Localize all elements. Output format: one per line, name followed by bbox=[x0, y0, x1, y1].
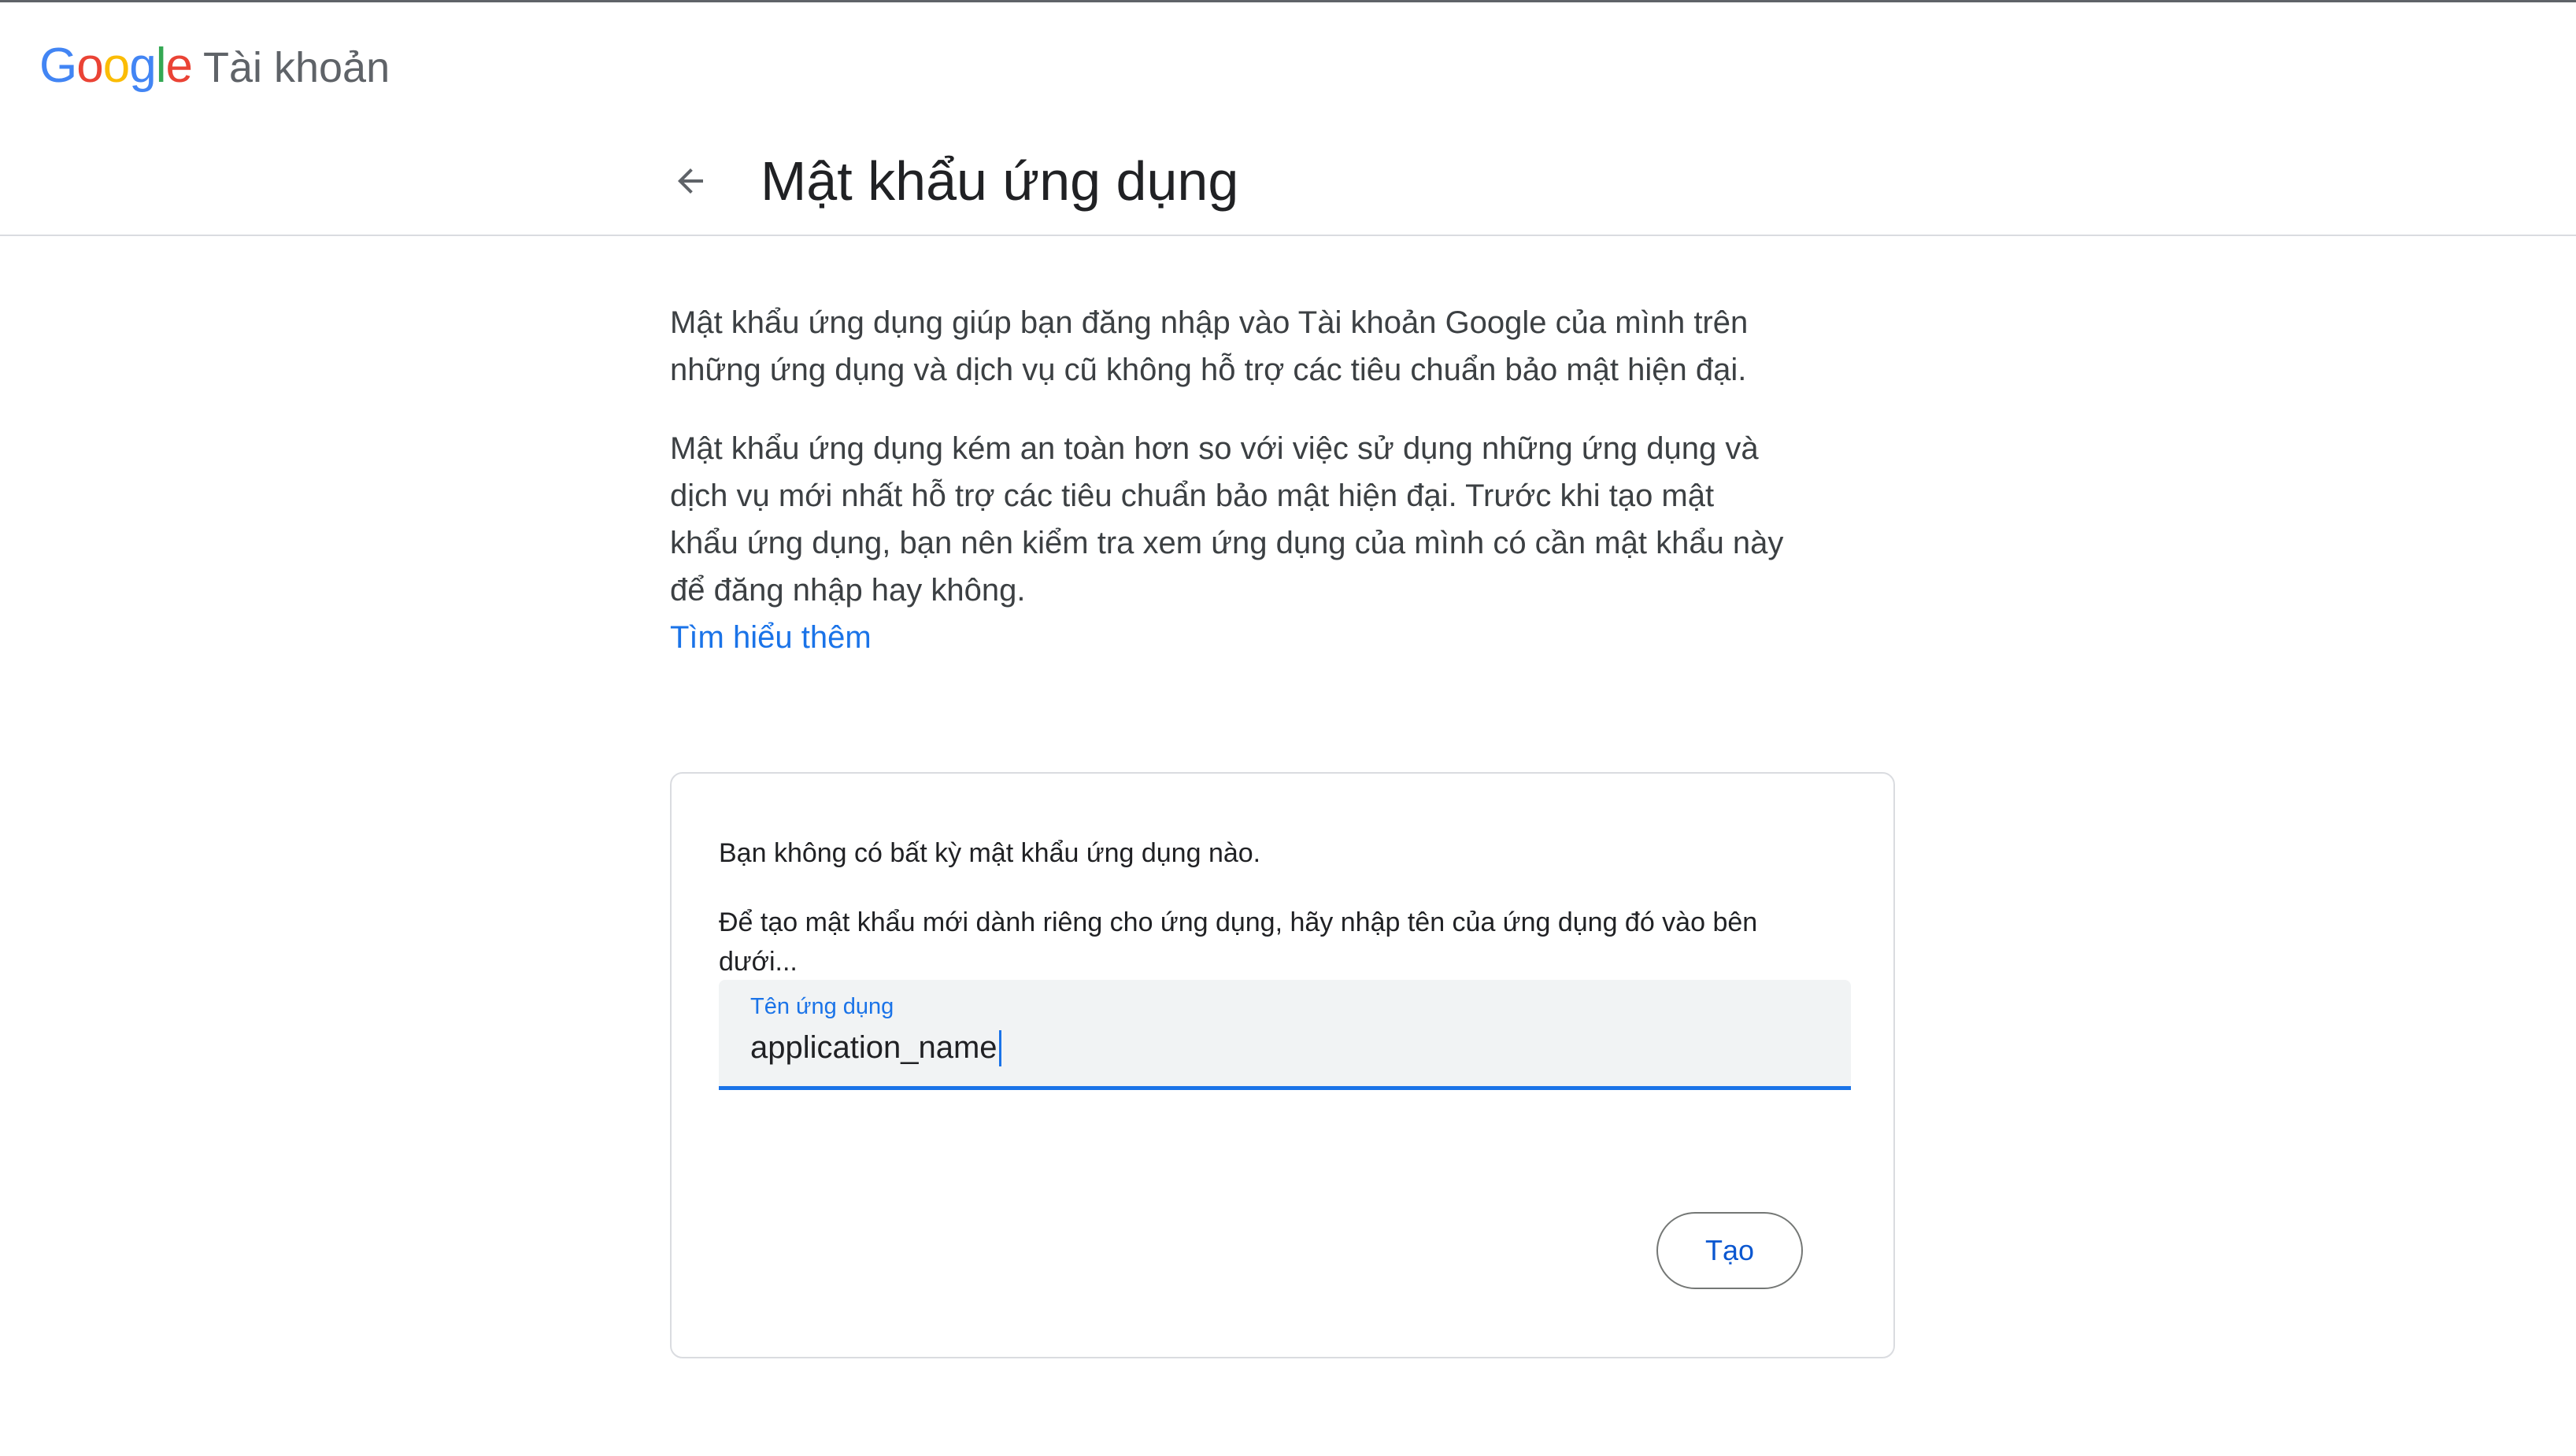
text-cursor bbox=[998, 1030, 1001, 1066]
arrow-left-icon bbox=[678, 168, 703, 194]
intro-section: Mật khẩu ứng dụng giúp bạn đăng nhập vào… bbox=[670, 299, 1788, 661]
app-name-field[interactable]: Tên ứng dụng bbox=[719, 980, 1851, 1090]
app-password-card: Bạn không có bất kỳ mật khẩu ứng dụng nà… bbox=[670, 772, 1895, 1358]
app-name-label: Tên ứng dụng bbox=[750, 994, 894, 1019]
empty-state-message: Bạn không có bất kỳ mật khẩu ứng dụng nà… bbox=[719, 838, 1261, 868]
create-instruction: Để tạo mật khẩu mới dành riêng cho ứng d… bbox=[719, 907, 1758, 977]
google-wordmark: Google bbox=[39, 39, 193, 93]
intro-paragraph-1: Mật khẩu ứng dụng giúp bạn đăng nhập vào… bbox=[670, 305, 1749, 387]
intro-paragraph-2: Mật khẩu ứng dụng kém an toàn hơn so với… bbox=[670, 431, 1784, 608]
top-border bbox=[0, 0, 2576, 2]
header-divider bbox=[0, 235, 2576, 236]
back-button[interactable] bbox=[661, 152, 720, 210]
app-name-input[interactable] bbox=[750, 1025, 1805, 1070]
learn-more-link[interactable]: Tìm hiểu thêm bbox=[670, 614, 872, 661]
product-name: Tài khoản bbox=[202, 44, 390, 91]
create-button[interactable]: Tạo bbox=[1656, 1212, 1803, 1289]
page-header: Mật khẩu ứng dụng bbox=[661, 142, 1238, 220]
google-account-logo[interactable]: Google Tài khoản bbox=[39, 38, 390, 94]
page-title: Mật khẩu ứng dụng bbox=[761, 150, 1239, 212]
